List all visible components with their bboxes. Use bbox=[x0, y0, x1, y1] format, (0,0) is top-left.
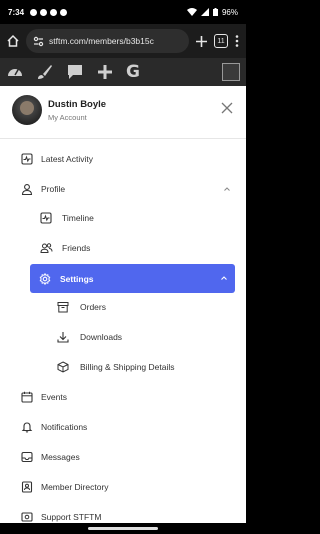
menu-item-label: Latest Activity bbox=[41, 154, 93, 164]
battery-icon bbox=[212, 8, 218, 16]
menu-item-latest-activity[interactable]: Latest Activity bbox=[0, 145, 246, 173]
chevron-up-icon[interactable] bbox=[219, 273, 229, 283]
brush-icon[interactable] bbox=[36, 63, 54, 81]
g-icon[interactable]: G bbox=[126, 63, 140, 81]
box-icon bbox=[56, 300, 70, 314]
menu-item-label: Downloads bbox=[80, 332, 123, 342]
tabs-button[interactable]: 11 bbox=[214, 34, 228, 48]
menu-item-label: Timeline bbox=[62, 213, 94, 223]
notification-icon bbox=[30, 8, 38, 16]
plus-icon[interactable] bbox=[96, 63, 114, 81]
menu-item-messages[interactable]: Messages bbox=[0, 443, 246, 471]
activity-icon bbox=[20, 152, 34, 166]
user-icon bbox=[20, 182, 34, 196]
tune-icon[interactable] bbox=[33, 36, 44, 47]
activity-icon bbox=[39, 211, 53, 225]
menu-item-label: Member Directory bbox=[41, 482, 109, 492]
menu-item-billing[interactable]: Billing & Shipping Details bbox=[0, 353, 246, 381]
menu-icon[interactable] bbox=[234, 34, 240, 48]
dashboard-icon[interactable] bbox=[6, 63, 24, 81]
status-time: 7:34 bbox=[8, 7, 25, 17]
site-toolbar: G bbox=[0, 58, 246, 86]
support-icon bbox=[20, 510, 34, 524]
avatar[interactable] bbox=[222, 63, 240, 81]
notification-icons bbox=[30, 8, 68, 16]
bell-icon bbox=[20, 420, 34, 434]
signal-icon bbox=[200, 8, 209, 16]
menu-item-member-directory[interactable]: Member Directory bbox=[0, 473, 246, 501]
home-icon[interactable] bbox=[6, 34, 20, 48]
menu-item-label: Profile bbox=[41, 184, 66, 194]
chevron-up-icon[interactable] bbox=[222, 184, 232, 194]
menu-item-label: Notifications bbox=[41, 422, 88, 432]
notification-icon bbox=[50, 8, 58, 16]
menu-item-label: Friends bbox=[62, 243, 91, 253]
divider bbox=[0, 138, 246, 139]
url-text: stftm.com/members/b3b15c bbox=[49, 36, 154, 46]
download-icon bbox=[56, 330, 70, 344]
gear-icon bbox=[38, 272, 52, 286]
menu-item-orders[interactable]: Orders bbox=[0, 293, 246, 321]
menu-item-friends[interactable]: Friends bbox=[0, 234, 246, 262]
address-bar[interactable]: stftm.com/members/b3b15c bbox=[26, 29, 189, 53]
menu-item-settings[interactable]: Settings bbox=[30, 264, 235, 293]
notification-icon bbox=[40, 8, 48, 16]
package-icon bbox=[56, 360, 70, 374]
profile-name: Dustin Boyle bbox=[48, 98, 107, 110]
close-icon[interactable] bbox=[220, 101, 234, 115]
menu-item-label: Orders bbox=[80, 302, 106, 312]
status-bar: 7:34 96% bbox=[0, 0, 246, 24]
menu-item-notifications[interactable]: Notifications bbox=[0, 413, 246, 441]
users-icon bbox=[39, 241, 53, 255]
notification-icon bbox=[60, 8, 68, 16]
profile-header[interactable]: Dustin Boyle My Account bbox=[0, 86, 246, 134]
avatar bbox=[12, 95, 42, 125]
menu-item-label: Support STFTM bbox=[41, 512, 102, 522]
chat-icon[interactable] bbox=[66, 63, 84, 81]
menu-item-events[interactable]: Events bbox=[0, 383, 246, 411]
calendar-icon bbox=[20, 390, 34, 404]
id-card-icon bbox=[20, 480, 34, 494]
menu-item-label: Events bbox=[41, 392, 67, 402]
menu-item-label: Messages bbox=[41, 452, 80, 462]
plus-icon[interactable] bbox=[195, 35, 208, 48]
menu-item-downloads[interactable]: Downloads bbox=[0, 323, 246, 351]
wifi-icon bbox=[186, 8, 197, 16]
profile-subtitle: My Account bbox=[48, 112, 87, 122]
system-nav-bar bbox=[0, 523, 246, 534]
menu-item-timeline[interactable]: Timeline bbox=[0, 204, 246, 232]
menu-item-label: Settings bbox=[60, 273, 94, 284]
battery-level: 96% bbox=[221, 7, 238, 17]
home-gesture-pill[interactable] bbox=[88, 527, 158, 530]
menu-item-profile[interactable]: Profile bbox=[0, 175, 246, 203]
browser-toolbar: stftm.com/members/b3b15c 11 bbox=[0, 24, 246, 58]
menu-item-label: Billing & Shipping Details bbox=[80, 362, 175, 372]
account-panel: Dustin Boyle My Account Latest Activity … bbox=[0, 86, 246, 534]
inbox-icon bbox=[20, 450, 34, 464]
